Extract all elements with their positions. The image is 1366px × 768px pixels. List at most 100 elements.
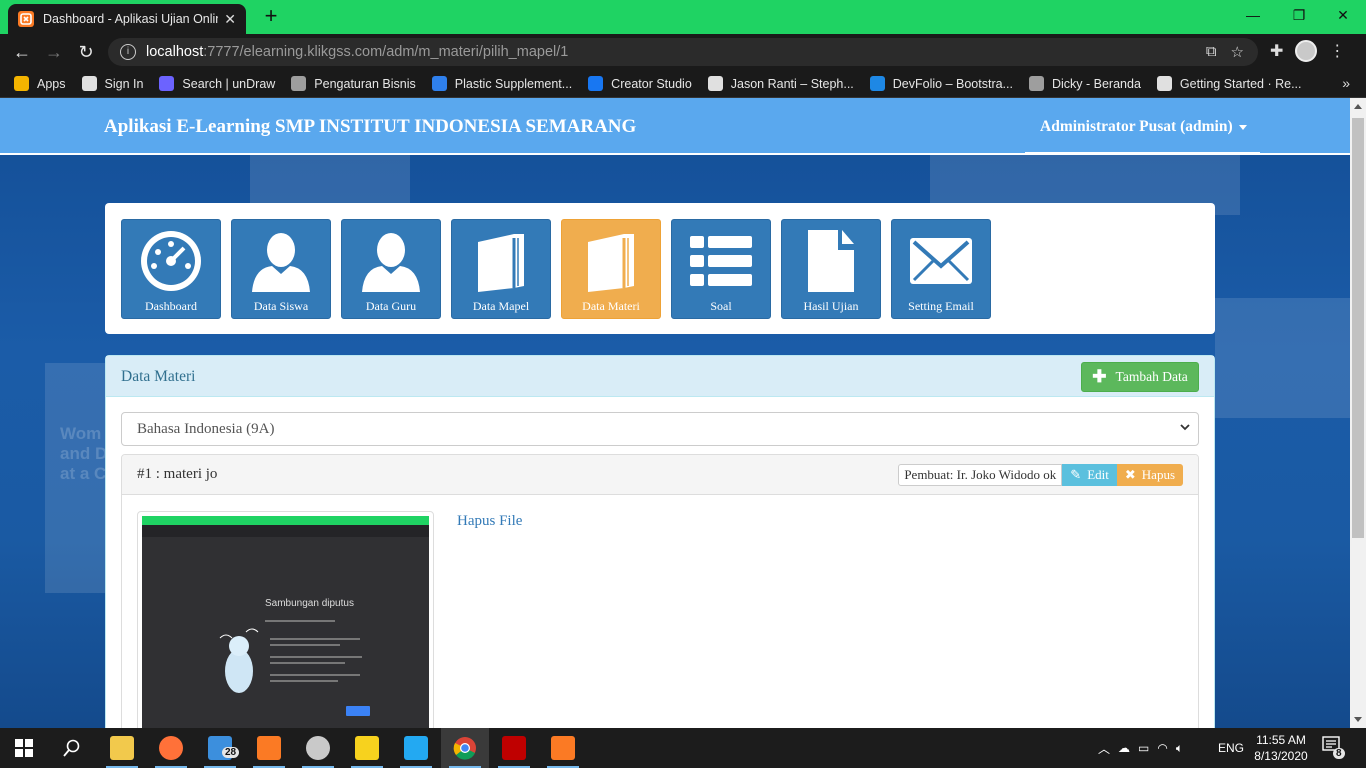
xampp-icon <box>257 736 281 760</box>
chevron-up-icon[interactable]: ︿ <box>1098 740 1110 757</box>
bookmark-item[interactable]: Pengaturan Bisnis <box>291 76 416 91</box>
menu-tile-data-mapel[interactable]: Data Mapel <box>451 219 551 319</box>
menu-tile-data-guru[interactable]: Data Guru <box>341 219 441 319</box>
search-icon <box>63 739 80 757</box>
dinosaur-illustration-icon <box>219 628 259 693</box>
back-arrow-icon[interactable]: ← <box>10 40 34 64</box>
start-button[interactable] <box>0 728 48 768</box>
menu-tile-soal[interactable]: Soal <box>671 219 771 319</box>
onedrive-cloud-icon[interactable]: ☁ <box>1118 741 1130 755</box>
xampp-control-taskbar[interactable] <box>539 728 587 768</box>
vscode-icon <box>404 736 428 760</box>
author-label: Pembuat: Ir. Joko Widodo ok <box>898 464 1063 486</box>
minimize-window-icon[interactable]: — <box>1230 0 1276 30</box>
materi-thumbnail[interactable]: Sambungan diputus <box>137 511 434 728</box>
thumbnail-heading: Sambungan diputus <box>265 598 354 609</box>
menu-tile-dashboard[interactable]: Dashboard <box>121 219 221 319</box>
file-explorer-taskbar[interactable] <box>98 728 146 768</box>
menu-tile-label: Soal <box>710 299 732 313</box>
mail-taskbar[interactable]: 28 <box>196 728 244 768</box>
menu-tile-setting-email[interactable]: Setting Email <box>891 219 991 319</box>
windows-logo-icon <box>15 739 33 757</box>
envelope-icon <box>908 228 974 294</box>
bookmark-label: Plastic Supplement... <box>454 76 573 91</box>
vscode-taskbar[interactable] <box>392 728 440 768</box>
file-icon <box>798 228 864 294</box>
delete-button[interactable]: ✖ Hapus <box>1116 464 1183 486</box>
wifi-icon[interactable]: ◠ <box>1157 741 1167 755</box>
edit-button[interactable]: ✎ Edit <box>1062 464 1117 486</box>
xampp-favicon-icon <box>18 11 34 27</box>
screenshot-image: Sambungan diputus <box>142 516 429 728</box>
scroll-down-icon[interactable] <box>1354 717 1362 722</box>
bookmark-item[interactable]: Creator Studio <box>588 76 692 91</box>
user-dropdown[interactable]: Administrator Pusat (admin) <box>1025 98 1260 155</box>
browser-toolbar: ← → ↻ i localhost:7777/elearning.klikgss… <box>0 34 1366 70</box>
wave-icon <box>431 76 447 91</box>
bookmark-label: Jason Ranti – Steph... <box>730 76 854 91</box>
bookmark-item[interactable]: Plastic Supplement... <box>431 76 573 91</box>
filezilla-taskbar[interactable] <box>490 728 538 768</box>
new-tab-button[interactable]: + <box>258 4 284 30</box>
reload-icon[interactable]: ↻ <box>74 40 98 64</box>
extensions-icon[interactable]: ✚ <box>1270 41 1283 61</box>
book-icon <box>578 228 644 294</box>
forward-arrow-icon[interactable]: → <box>42 40 66 64</box>
background-image <box>250 155 410 205</box>
menu-tile-data-materi[interactable]: Data Materi <box>561 219 661 319</box>
bookmark-item[interactable]: DevFolio – Bootstra... <box>869 76 1013 91</box>
site-info-icon[interactable]: i <box>120 44 136 60</box>
profile-avatar[interactable] <box>1295 40 1318 62</box>
address-bar[interactable]: i localhost:7777/elearning.klikgss.com/a… <box>108 38 1258 66</box>
paint-palette-icon <box>306 736 330 760</box>
page-icon <box>291 76 307 91</box>
browser-tab-active[interactable]: Dashboard - Aplikasi Ujian Online ✕ <box>8 4 246 34</box>
tab-close-icon[interactable]: ✕ <box>224 11 236 28</box>
menu-tile-hasil-ujian[interactable]: Hasil Ujian <box>781 219 881 319</box>
restore-window-icon[interactable]: ❐ <box>1276 0 1322 30</box>
data-materi-panel: Data Materi ✚ Tambah Data Bahasa Indones… <box>105 355 1215 728</box>
add-data-button[interactable]: ✚ Tambah Data <box>1081 362 1199 392</box>
bookmark-item[interactable]: Dicky - Beranda <box>1028 76 1141 91</box>
page-scrollbar[interactable] <box>1350 98 1366 728</box>
bookmark-label: Pengaturan Bisnis <box>314 76 416 91</box>
search-button[interactable] <box>48 728 96 768</box>
sticky-notes-taskbar[interactable] <box>343 728 391 768</box>
translate-icon[interactable]: ⧉ <box>1206 43 1217 61</box>
battery-icon[interactable]: ▭ <box>1138 741 1149 755</box>
bookmark-item[interactable]: Sign In <box>81 76 143 91</box>
paint-taskbar[interactable] <box>294 728 342 768</box>
add-data-label: Tambah Data <box>1115 369 1188 384</box>
list-icon <box>688 228 754 294</box>
language-indicator[interactable]: ENG <box>1218 728 1244 768</box>
menu-tile-data-siswa[interactable]: Data Siswa <box>231 219 331 319</box>
bookmark-star-icon[interactable]: ☆ <box>1231 43 1244 61</box>
materi-title: #1 : materi jo <box>137 466 218 482</box>
firefox-taskbar[interactable] <box>147 728 195 768</box>
volume-icon[interactable]: 🔈︎ <box>1176 741 1183 756</box>
taskbar-clock[interactable]: 11:55 AM 8/13/2020 <box>1250 732 1312 764</box>
xampp-taskbar[interactable] <box>245 728 293 768</box>
react-icon <box>1156 76 1172 91</box>
hapus-file-link[interactable]: Hapus File <box>457 513 522 530</box>
chevron-down-icon <box>1180 424 1190 431</box>
materi-actions: Pembuat: Ir. Joko Widodo ok ✎ Edit ✖ Hap… <box>898 464 1183 486</box>
chrome-taskbar[interactable] <box>441 728 489 768</box>
close-window-icon[interactable]: ✕ <box>1320 0 1366 30</box>
bookmark-item[interactable]: Apps <box>14 76 66 91</box>
tab-title: Dashboard - Aplikasi Ujian Online <box>43 12 219 26</box>
bookmark-item[interactable]: Search | unDraw <box>159 76 275 91</box>
system-tray: ︿ ☁ ▭ ◠ 🔈︎ <box>1098 728 1218 768</box>
apps-grid-icon <box>14 76 29 91</box>
chrome-icon <box>453 737 476 760</box>
bookmark-item[interactable]: Jason Ranti – Steph... <box>707 76 854 91</box>
app-brand[interactable]: Aplikasi E-Learning SMP INSTITUT INDONES… <box>104 116 636 138</box>
scroll-up-icon[interactable] <box>1354 104 1362 109</box>
mapel-select[interactable]: Bahasa Indonesia (9A) <box>121 412 1199 446</box>
more-bookmarks-icon[interactable]: » <box>1342 75 1350 91</box>
bookmark-item[interactable]: Getting Started · Re... <box>1156 76 1302 91</box>
browser-menu-icon[interactable]: ⋮ <box>1329 41 1345 61</box>
action-center-button[interactable]: 8 <box>1322 736 1348 760</box>
scrollbar-thumb[interactable] <box>1352 118 1364 538</box>
menu-tile-label: Data Siswa <box>253 299 309 313</box>
